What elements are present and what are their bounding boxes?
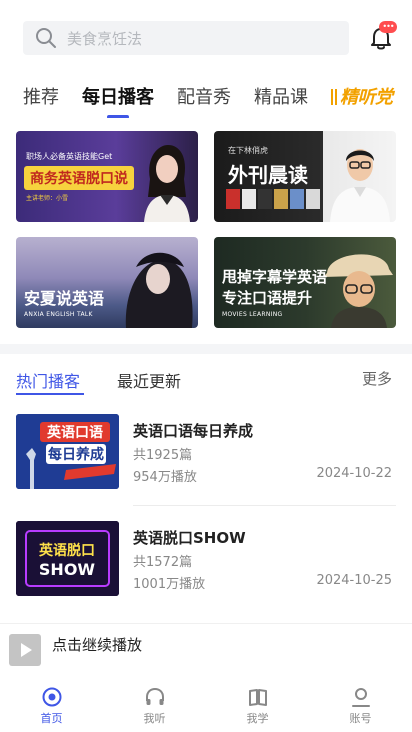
banner-subtitle: MOVIES LEARNING (222, 311, 283, 318)
mini-player[interactable]: 点击继续播放 (0, 624, 412, 678)
nav-home[interactable]: 首页 (0, 678, 103, 732)
banner-business-english[interactable]: 职场人必备英语技能Get 商务英语脱口说 主讲老师：小雪 (16, 131, 198, 222)
banner-title-line2: 专注口语提升 (222, 289, 313, 307)
banner-title-line1: 甩掉字幕学英语 (222, 268, 328, 286)
category-tabs: 推荐 每日播客 配音秀 精品课 精听党 (0, 78, 412, 118)
search-icon (36, 28, 56, 48)
banner-title: 甩掉字幕学英语 专注口语提升 (222, 267, 327, 309)
banner-title: 商务英语脱口说 (24, 166, 134, 190)
nav-learn-label: 我学 (246, 712, 269, 725)
episode-count: 共1572篇 (133, 555, 193, 570)
continue-playing-label: 点击继续播放 (52, 636, 143, 654)
banner-subtitle: ANXIA ENGLISH TALK (24, 311, 93, 318)
bottom-nav: 首页 我听 我学 账号 (0, 678, 412, 732)
section-divider (0, 344, 412, 354)
cover-text-bottom: SHOW (39, 560, 96, 579)
tab-intensive-listening[interactable]: 精听党 (331, 83, 393, 113)
tab-daily-podcast[interactable]: 每日播客 (82, 83, 154, 118)
podcast-section-tabs: 热门播客 最近更新 更多 (0, 360, 412, 400)
podcast-name: 英语口语每日养成 (133, 422, 254, 440)
banner-title: 安夏说英语 (24, 289, 105, 308)
nav-account-label: 账号 (349, 712, 372, 725)
play-count: 954万播放 (133, 470, 197, 485)
presenter-photo (330, 149, 390, 222)
update-date: 2024-10-22 (316, 466, 392, 481)
tab-intensive-listening-label: 精听党 (340, 87, 393, 108)
update-date: 2024-10-25 (316, 573, 392, 588)
podcast-cover: 英语口语 每日养成 (16, 414, 119, 489)
book-icon (248, 689, 267, 706)
play-icon[interactable] (9, 634, 41, 666)
podcast-cover-art: 英语脱口 SHOW (16, 521, 119, 596)
tab-dubbing-show[interactable]: 配音秀 (177, 83, 231, 113)
play-count: 1001万播放 (133, 577, 206, 592)
stripes-icon (331, 89, 337, 105)
tab-hot-podcasts[interactable]: 热门播客 (16, 368, 85, 395)
tab-premium-course[interactable]: 精品课 (254, 83, 308, 113)
banner-newspaper-reading[interactable]: 在下林俏虎 外刊晨读 (214, 131, 396, 222)
podcast-name: 英语脱口SHOW (133, 529, 246, 547)
cover-text-top: 英语口语 (46, 424, 103, 441)
headphones-icon (145, 687, 164, 705)
presenter-photo (144, 145, 190, 222)
app-screen: 美食烹饪法 ••• 推荐 每日播客 配音秀 精品课 精听党 职场人必备英语技能G… (0, 0, 412, 732)
nav-home-label: 首页 (40, 712, 63, 725)
banner-meta: 主讲老师：小雪 (26, 195, 69, 202)
episode-count: 共1925篇 (133, 448, 193, 463)
tab-recent-updates[interactable]: 最近更新 (117, 368, 181, 392)
presenter-photo (125, 252, 193, 328)
podcast-cover-art: 英语口语 每日养成 (16, 414, 119, 489)
banner-movies-learning[interactable]: 甩掉字幕学英语 专注口语提升 MOVIES LEARNING (214, 237, 396, 328)
notification-badge: ••• (379, 21, 397, 33)
presenter-photo (323, 254, 393, 328)
top-bar: 美食烹饪法 ••• (0, 0, 412, 72)
search-input[interactable]: 美食烹饪法 (23, 21, 349, 55)
banner-title: 外刊晨读 (228, 163, 308, 187)
nav-account[interactable]: 账号 (309, 678, 412, 732)
search-placeholder: 美食烹饪法 (67, 29, 143, 48)
nav-listen-label: 我听 (143, 712, 166, 725)
more-link[interactable]: 更多 (362, 368, 392, 389)
cover-text-top: 英语脱口 (38, 542, 95, 559)
banner-author: 在下林俏虎 (228, 146, 268, 155)
nav-listen[interactable]: 我听 (103, 678, 206, 732)
nav-learn[interactable]: 我学 (206, 678, 309, 732)
cover-text-bottom: 每日养成 (48, 446, 104, 463)
banner-kicker: 职场人必备英语技能Get (26, 152, 113, 161)
banner-anxia-english[interactable]: 安夏说英语 ANXIA ENGLISH TALK (16, 237, 198, 328)
tab-recommend[interactable]: 推荐 (23, 83, 59, 113)
list-divider (133, 505, 396, 506)
podcast-cover: 英语脱口 SHOW (16, 521, 119, 596)
list-item[interactable]: 英语口语 每日养成 英语口语每日养成 共1925篇 954万播放 2024-10… (16, 414, 396, 518)
home-icon (42, 687, 61, 707)
user-icon (351, 688, 370, 707)
magazine-covers (226, 189, 320, 209)
list-item[interactable]: 英语脱口 SHOW 英语脱口SHOW 共1572篇 1001万播放 2024-1… (16, 521, 396, 625)
